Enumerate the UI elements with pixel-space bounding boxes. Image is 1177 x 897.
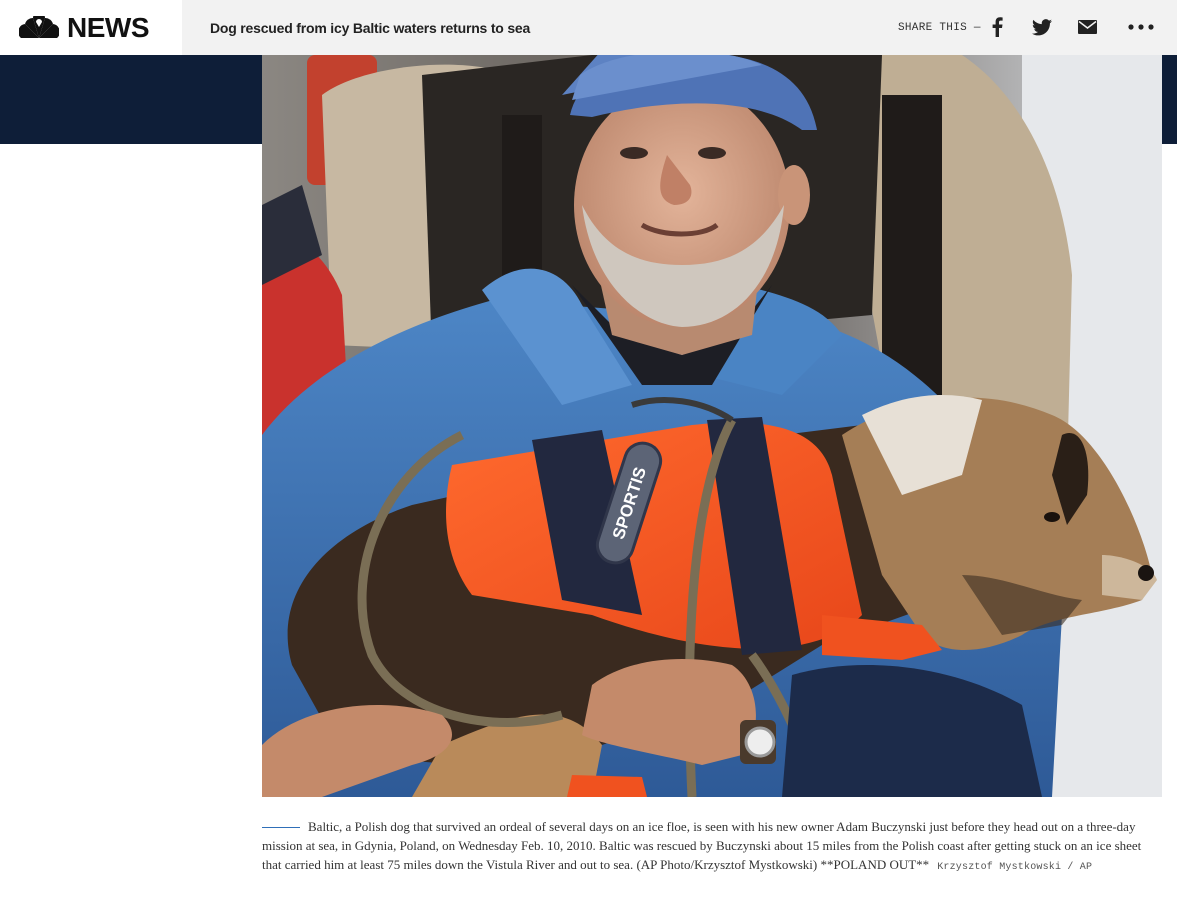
twitter-icon	[1032, 18, 1052, 35]
email-share-button[interactable]	[1071, 12, 1103, 42]
more-options-button[interactable]	[1125, 12, 1157, 42]
twitter-share-button[interactable]	[1026, 12, 1058, 42]
share-label: SHARE THIS —	[898, 21, 981, 34]
photo-illustration: SPORTIS	[262, 55, 1162, 797]
photo-caption: Baltic, a Polish dog that survived an or…	[262, 817, 1162, 877]
article-headline: Dog rescued from icy Baltic waters retur…	[210, 19, 531, 36]
facebook-icon	[992, 17, 1003, 37]
article-photo[interactable]: SPORTIS	[262, 55, 1162, 797]
photo-credit: Krzysztof Mystkowski / AP	[937, 862, 1093, 873]
facebook-share-button[interactable]	[981, 12, 1013, 42]
caption-rule	[262, 826, 300, 828]
email-icon	[1077, 20, 1097, 34]
top-bar: NEWS Dog rescued from icy Baltic waters …	[0, 0, 1177, 55]
logo-text: NEWS	[67, 11, 150, 43]
more-icon	[1128, 24, 1154, 30]
nbc-news-logo[interactable]: NEWS	[0, 0, 182, 55]
nbc-peacock-icon	[19, 15, 59, 38]
